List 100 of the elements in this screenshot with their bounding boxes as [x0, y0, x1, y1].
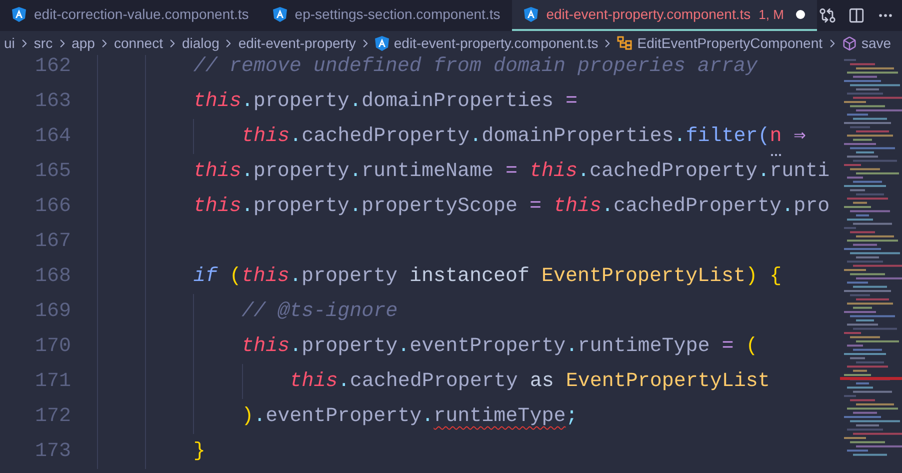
code-token: this: [193, 194, 242, 218]
code-token: .: [602, 194, 614, 218]
code-token: n: [770, 124, 782, 148]
breadcrumb-item[interactable]: connect: [114, 32, 163, 54]
breadcrumb-item[interactable]: ui: [4, 32, 15, 54]
code-token: instanceof: [409, 264, 531, 288]
code-token: .: [758, 160, 770, 182]
code-token: cachedProperty: [350, 370, 519, 392]
angular-icon: [272, 7, 287, 22]
code-token: .: [422, 404, 434, 428]
code-token: (: [758, 124, 770, 148]
breadcrumb-item[interactable]: edit-event-property.component.ts: [394, 32, 598, 54]
line-number: 162: [34, 55, 71, 80]
breadcrumb-item[interactable]: edit-event-property: [238, 32, 356, 54]
line-number: 163: [34, 88, 71, 114]
angular-icon: [12, 7, 26, 22]
code-token: runtimeType: [578, 334, 710, 358]
tab-label: edit-event-property.component.ts: [546, 5, 751, 24]
code-token: .: [290, 334, 302, 358]
code-token: ⇒: [792, 124, 806, 148]
code-token: runti: [770, 160, 830, 182]
line-number: 166: [34, 194, 71, 220]
code-token: filter: [686, 124, 758, 148]
angular-icon: [524, 7, 538, 22]
breadcrumb-item[interactable]: src: [34, 32, 53, 54]
code-token: property: [253, 194, 350, 218]
tab-label: ep-settings-section.component.ts: [294, 5, 500, 24]
code-token: (: [229, 264, 242, 288]
code-token: this: [241, 264, 290, 288]
code-token: ;: [566, 404, 578, 428]
code-token: .: [674, 124, 686, 148]
code-token: ): [242, 404, 254, 428]
code-token: property: [301, 264, 398, 288]
line-number: 167: [34, 228, 71, 254]
code-token: runtimeType: [434, 404, 566, 428]
code-token: .: [349, 194, 362, 218]
code-token: eventProperty: [266, 404, 422, 428]
split-editor-icon[interactable]: [848, 7, 865, 24]
line-number: 170: [34, 334, 71, 360]
code-token: domainProperties: [482, 124, 674, 148]
code-token: this: [242, 124, 290, 148]
code-token: .: [578, 160, 590, 182]
code-token: this: [193, 160, 242, 182]
code-token: .: [349, 90, 362, 112]
code-token: .: [398, 334, 410, 358]
code-token: this: [530, 160, 578, 182]
code-token: .: [241, 160, 254, 182]
code-token: .: [470, 124, 482, 148]
tab-label: edit-correction-value.component.ts: [34, 5, 249, 24]
code-token: =: [564, 90, 578, 112]
code-token: .: [254, 404, 266, 428]
editor-tab[interactable]: edit-event-property.component.ts 1, M: [512, 0, 817, 31]
compare-changes-icon[interactable]: [819, 7, 836, 24]
line-number: 171: [34, 368, 71, 394]
code-token: // remove undefined from domain properies array: [193, 55, 758, 78]
code-token: eventProperty: [410, 334, 566, 358]
code-token: domainProperties: [361, 90, 554, 112]
code-token: .: [290, 124, 302, 148]
code-token: property: [302, 334, 398, 358]
code-token: .: [289, 264, 302, 288]
code-token: }: [193, 440, 206, 462]
code-token: (: [746, 334, 758, 358]
breadcrumb-item[interactable]: dialog: [182, 32, 220, 54]
tab-status: 1, M: [758, 6, 784, 24]
class-icon: [617, 36, 632, 50]
code-token: as: [530, 370, 555, 392]
code-token: cachedProperty: [590, 160, 758, 182]
code-token: // @ts-ignore: [242, 300, 398, 322]
code-token: .: [338, 370, 350, 392]
line-number: 168: [34, 264, 71, 290]
code-token: =: [528, 194, 542, 218]
code-token: EventPropertyList: [542, 264, 746, 288]
breadcrumb-item[interactable]: app: [72, 32, 95, 54]
code-token: .: [241, 90, 254, 112]
code-token: pro: [794, 194, 830, 218]
code-token: this: [242, 334, 290, 358]
code-token: runtimeName: [361, 160, 494, 182]
code-token: .: [566, 334, 578, 358]
code-token: if: [193, 264, 219, 288]
code-token: .: [782, 194, 794, 218]
code-token: .: [349, 160, 362, 182]
code-token: ) {: [746, 264, 782, 288]
cube-icon: [842, 36, 856, 50]
code-token: property: [253, 90, 350, 112]
line-number: 164: [34, 124, 71, 150]
code-token: .: [241, 194, 254, 218]
code-token: EventPropertyList: [566, 370, 770, 392]
code-token: cachedProperty: [302, 124, 470, 148]
code-token: cachedProperty: [614, 194, 782, 218]
code-token: this: [554, 194, 602, 218]
code-token: this: [193, 90, 242, 112]
line-number: 165: [34, 158, 71, 184]
code-token: =: [720, 334, 735, 358]
breadcrumb-item[interactable]: save: [862, 32, 892, 54]
line-number: 172: [34, 404, 71, 430]
line-number: 169: [34, 298, 71, 324]
code-token: this: [290, 370, 338, 392]
breadcrumb-item[interactable]: EditEventPropertyComponent: [637, 32, 822, 54]
code-token: propertyScope: [361, 194, 518, 218]
code-token: property: [253, 160, 350, 182]
